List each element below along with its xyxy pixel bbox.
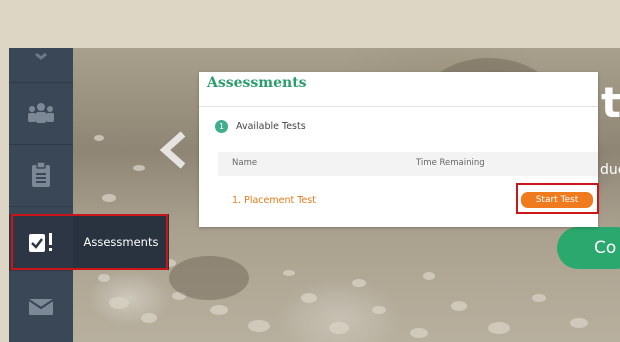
sidebar-item-collapse[interactable] xyxy=(9,20,73,83)
section-label: Available Tests xyxy=(236,121,306,132)
sidebar-item-assessments[interactable] xyxy=(9,214,73,271)
available-tests-header: 1 Available Tests xyxy=(215,120,306,133)
left-sidebar xyxy=(9,48,73,342)
sidebar-item-people[interactable] xyxy=(9,82,73,145)
clipboard-icon xyxy=(32,161,50,187)
sidebar-item-clipboard[interactable] xyxy=(9,144,73,207)
panel-title: Assessments xyxy=(207,75,307,91)
section-number-badge: 1 xyxy=(215,120,228,133)
hero-cta-button[interactable]: Co xyxy=(557,227,620,269)
table-header: Name Time Remaining xyxy=(218,152,598,176)
column-header-name: Name xyxy=(232,158,258,168)
sidebar-assessments-label: Assessments xyxy=(83,235,159,249)
column-header-time-remaining: Time Remaining xyxy=(416,158,485,168)
test-name-link[interactable]: 1. Placement Test xyxy=(232,195,316,206)
hero-heading-fragment: ts xyxy=(601,78,620,127)
assessments-panel: Assessments 1 Available Tests Name Time … xyxy=(199,72,598,227)
people-icon xyxy=(28,103,54,123)
hero-subtext-fragment: duc xyxy=(600,162,620,178)
panel-divider xyxy=(199,106,598,107)
start-test-button[interactable]: Start Test xyxy=(521,192,593,208)
chevron-down-icon xyxy=(35,52,47,60)
mail-icon xyxy=(28,299,54,315)
sidebar-assessments-tooltip[interactable]: Assessments xyxy=(73,214,169,270)
carousel-prev-arrow-icon[interactable] xyxy=(155,130,195,170)
assessment-icon xyxy=(29,233,52,252)
sidebar-item-messages[interactable] xyxy=(9,276,73,338)
